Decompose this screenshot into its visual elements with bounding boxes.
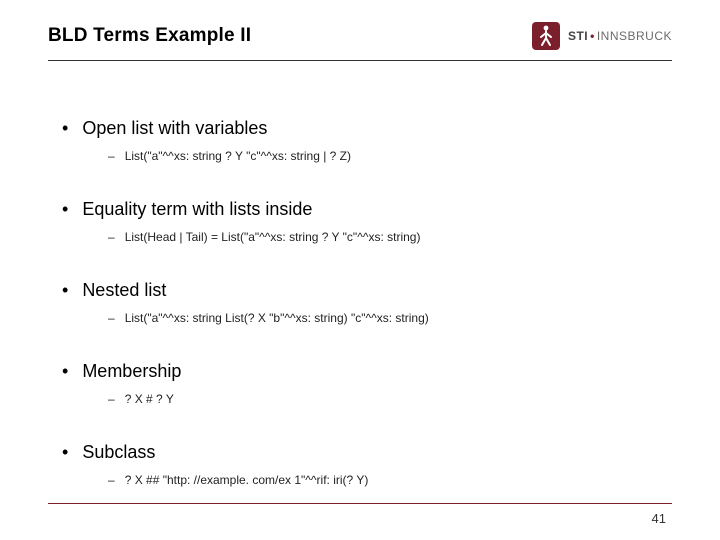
sub-text: ? X # ? Y <box>125 392 174 406</box>
heading-text: Open list with variables <box>82 118 267 139</box>
sub-text: List(Head | Tail) = List("a"^^xs: string… <box>125 230 421 244</box>
heading-text: Equality term with lists inside <box>82 199 312 220</box>
bullet-sub: – List("a"^^xs: string ? Y "c"^^xs: stri… <box>108 149 664 163</box>
heading-text: Membership <box>82 361 181 382</box>
bullet-sub: – List(Head | Tail) = List("a"^^xs: stri… <box>108 230 664 244</box>
page-title: BLD Terms Example II <box>48 25 251 47</box>
list-item: • Membership – ? X # ? Y <box>62 361 664 406</box>
bullet-sub: – List("a"^^xs: string List(? X "b"^^xs:… <box>108 311 664 325</box>
dash-icon: – <box>108 311 115 325</box>
bullet-heading: • Subclass <box>62 442 664 463</box>
logo-mark-icon <box>532 22 560 50</box>
bullet-icon: • <box>62 443 68 461</box>
dash-icon: – <box>108 473 115 487</box>
bullet-heading: • Membership <box>62 361 664 382</box>
logo-suffix: INNSBRUCK <box>597 29 672 43</box>
logo: STI•INNSBRUCK <box>532 22 672 50</box>
sub-text: List("a"^^xs: string ? Y "c"^^xs: string… <box>125 149 351 163</box>
heading-text: Subclass <box>82 442 155 463</box>
header: BLD Terms Example II STI•INNSBRUCK <box>48 22 672 50</box>
list-item: • Equality term with lists inside – List… <box>62 199 664 244</box>
list-item: • Nested list – List("a"^^xs: string Lis… <box>62 280 664 325</box>
bullet-sub: – ? X ## "http: //example. com/ex 1"^^ri… <box>108 473 664 487</box>
page-number: 41 <box>652 511 666 526</box>
content: • Open list with variables – List("a"^^x… <box>62 118 664 523</box>
bullet-heading: • Nested list <box>62 280 664 301</box>
list-item: • Open list with variables – List("a"^^x… <box>62 118 664 163</box>
dash-icon: – <box>108 230 115 244</box>
bullet-sub: – ? X # ? Y <box>108 392 664 406</box>
slide: BLD Terms Example II STI•INNSBRUCK • Ope… <box>0 0 720 540</box>
dash-icon: – <box>108 392 115 406</box>
bullet-heading: • Equality term with lists inside <box>62 199 664 220</box>
list-item: • Subclass – ? X ## "http: //example. co… <box>62 442 664 487</box>
dash-icon: – <box>108 149 115 163</box>
logo-brand: STI <box>568 29 588 43</box>
sub-text: List("a"^^xs: string List(? X "b"^^xs: s… <box>125 311 429 325</box>
logo-dot-icon: • <box>588 29 597 43</box>
divider-bottom <box>48 503 672 504</box>
heading-text: Nested list <box>82 280 166 301</box>
bullet-icon: • <box>62 281 68 299</box>
bullet-icon: • <box>62 200 68 218</box>
sub-text: ? X ## "http: //example. com/ex 1"^^rif:… <box>125 473 369 487</box>
bullet-icon: • <box>62 362 68 380</box>
logo-text: STI•INNSBRUCK <box>568 29 672 43</box>
divider-top <box>48 60 672 61</box>
bullet-icon: • <box>62 119 68 137</box>
bullet-heading: • Open list with variables <box>62 118 664 139</box>
